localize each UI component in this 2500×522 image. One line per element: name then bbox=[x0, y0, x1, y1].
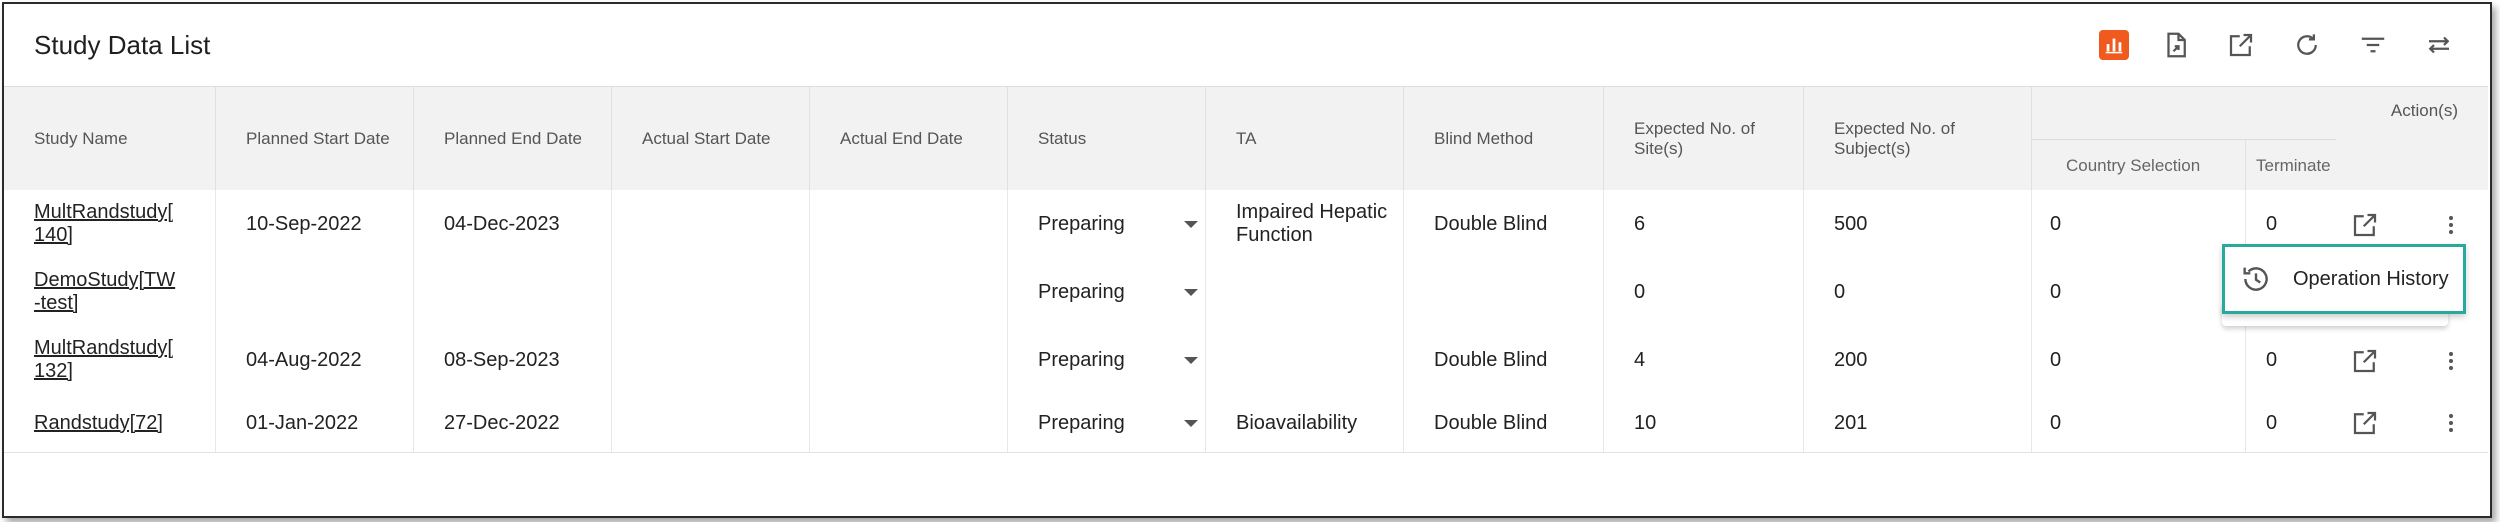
planned-start-cell: 10-Sep-2022 bbox=[216, 190, 414, 258]
column-header-status[interactable]: Status bbox=[1008, 87, 1206, 191]
open-study-button[interactable] bbox=[2348, 208, 2382, 242]
filter-button[interactable] bbox=[2356, 28, 2390, 62]
column-header-actions: Action(s) bbox=[2390, 101, 2458, 120]
swap-button[interactable] bbox=[2422, 28, 2456, 62]
column-header-country-selection[interactable]: Country Selection bbox=[2032, 139, 2246, 191]
terminate-cell: 0 bbox=[2266, 411, 2278, 434]
planned-start-cell: 01-Jan-2022 bbox=[216, 394, 414, 452]
caret-down-icon bbox=[1184, 288, 1198, 296]
actual-start-cell bbox=[612, 190, 810, 258]
blind-method-cell: Double Blind bbox=[1404, 190, 1604, 258]
refresh-icon bbox=[2297, 34, 2317, 55]
column-header-expected-subjects[interactable]: Expected No. of Subject(s) bbox=[1804, 87, 2032, 191]
more-vertical-icon bbox=[2449, 414, 2453, 432]
actual-end-cell bbox=[810, 258, 1008, 326]
table-row: Randstudy[72] 01-Jan-2022 27-Dec-2022 Pr… bbox=[4, 394, 2488, 453]
ta-cell: Impaired Hepatic Function bbox=[1236, 201, 1388, 246]
planned-end-cell: 27-Dec-2022 bbox=[414, 394, 612, 452]
planned-end-cell bbox=[414, 258, 612, 326]
study-name-link[interactable]: MultRandstudy[132] bbox=[34, 337, 173, 383]
planned-start-cell: 04-Aug-2022 bbox=[216, 326, 414, 394]
status-select[interactable]: Preparing bbox=[1038, 412, 1198, 435]
column-header-ta[interactable]: TA bbox=[1206, 87, 1404, 191]
caret-down-icon bbox=[1184, 220, 1198, 228]
more-actions-button[interactable] bbox=[2436, 208, 2466, 242]
swap-horizontal-icon bbox=[2428, 36, 2450, 54]
open-external-button[interactable] bbox=[2224, 28, 2258, 62]
column-header-planned-end-date[interactable]: Planned End Date bbox=[414, 87, 612, 191]
export-button[interactable] bbox=[2159, 28, 2193, 62]
open-study-button[interactable] bbox=[2348, 344, 2382, 378]
file-export-icon bbox=[2167, 32, 2186, 58]
open-in-new-icon bbox=[2353, 411, 2377, 435]
actual-end-cell bbox=[810, 190, 1008, 258]
more-actions-button[interactable] bbox=[2436, 406, 2466, 440]
study-name-link[interactable]: DemoStudy[TW -test] bbox=[34, 269, 175, 315]
planned-end-cell: 04-Dec-2023 bbox=[414, 190, 612, 258]
table-row: DemoStudy[TW -test] Preparing 0 0 0 bbox=[4, 258, 2488, 327]
expected-sites-cell: 4 bbox=[1604, 326, 1804, 394]
filter-icon bbox=[2361, 37, 2385, 53]
country-selection-cell: 0 bbox=[2032, 326, 2246, 394]
expected-sites-cell: 6 bbox=[1604, 190, 1804, 258]
country-selection-cell: 0 bbox=[2032, 190, 2246, 258]
expected-subjects-cell: 0 bbox=[1804, 258, 2032, 326]
operation-history-label: Operation History bbox=[2293, 267, 2449, 290]
column-header-blind-method[interactable]: Blind Method bbox=[1404, 87, 1604, 191]
actual-start-cell bbox=[612, 258, 810, 326]
study-data-list-panel: Study Data List Study Name Planned Start… bbox=[2, 2, 2492, 518]
column-header-terminate[interactable]: Terminate bbox=[2246, 139, 2336, 191]
blind-method-cell: Double Blind bbox=[1404, 394, 1604, 452]
table-header: Study Name Planned Start Date Planned En… bbox=[4, 86, 2488, 192]
planned-start-cell bbox=[216, 258, 414, 326]
expected-subjects-cell: 500 bbox=[1804, 190, 2032, 258]
panel-header: Study Data List bbox=[4, 4, 2490, 86]
planned-end-cell: 08-Sep-2023 bbox=[414, 326, 612, 394]
bar-chart-icon bbox=[2105, 38, 2123, 54]
column-header-study-name[interactable]: Study Name bbox=[4, 87, 216, 191]
open-in-new-icon bbox=[2229, 33, 2253, 57]
caret-down-icon bbox=[1184, 356, 1198, 364]
column-header-actual-end-date[interactable]: Actual End Date bbox=[810, 87, 1008, 191]
open-in-new-icon bbox=[2353, 349, 2377, 373]
table-row: MultRandstudy[140] 10-Sep-2022 04-Dec-20… bbox=[4, 190, 2488, 259]
actual-end-cell bbox=[810, 326, 1008, 394]
study-name-link[interactable]: MultRandstudy[140] bbox=[34, 201, 173, 247]
study-table: Study Name Planned Start Date Planned En… bbox=[4, 86, 2488, 454]
expected-sites-cell: 0 bbox=[1604, 258, 1804, 326]
history-icon bbox=[2243, 267, 2268, 291]
country-selection-cell: 0 bbox=[2032, 394, 2246, 452]
chart-view-button[interactable] bbox=[2099, 30, 2129, 60]
operation-history-menu-item[interactable]: Operation History bbox=[2222, 244, 2466, 314]
column-header-expected-sites[interactable]: Expected No. of Site(s) bbox=[1604, 87, 1804, 191]
open-in-new-icon bbox=[2353, 213, 2377, 237]
expected-sites-cell: 10 bbox=[1604, 394, 1804, 452]
actual-end-cell bbox=[810, 394, 1008, 452]
more-vertical-icon bbox=[2449, 216, 2453, 234]
column-header-planned-start-date[interactable]: Planned Start Date bbox=[216, 87, 414, 191]
actual-start-cell bbox=[612, 326, 810, 394]
terminate-cell: 0 bbox=[2266, 348, 2278, 371]
status-select[interactable]: Preparing bbox=[1038, 349, 1198, 372]
status-select[interactable]: Preparing bbox=[1038, 281, 1198, 304]
country-selection-cell: 0 bbox=[2032, 258, 2246, 326]
blind-method-cell bbox=[1404, 258, 1604, 326]
table-row: MultRandstudy[132] 04-Aug-2022 08-Sep-20… bbox=[4, 326, 2488, 395]
open-study-button[interactable] bbox=[2348, 406, 2382, 440]
page-title: Study Data List bbox=[34, 30, 211, 60]
expected-subjects-cell: 201 bbox=[1804, 394, 2032, 452]
actual-start-cell bbox=[612, 394, 810, 452]
expected-subjects-cell: 200 bbox=[1804, 326, 2032, 394]
more-actions-button[interactable] bbox=[2436, 344, 2466, 378]
blind-method-cell: Double Blind bbox=[1404, 326, 1604, 394]
refresh-button[interactable] bbox=[2290, 28, 2324, 62]
status-select[interactable]: Preparing bbox=[1038, 213, 1198, 236]
caret-down-icon bbox=[1184, 419, 1198, 427]
more-vertical-icon bbox=[2449, 352, 2453, 370]
ta-cell: Bioavailability bbox=[1206, 394, 1404, 452]
column-header-actual-start-date[interactable]: Actual Start Date bbox=[612, 87, 810, 191]
study-name-link[interactable]: Randstudy[72] bbox=[34, 412, 163, 435]
